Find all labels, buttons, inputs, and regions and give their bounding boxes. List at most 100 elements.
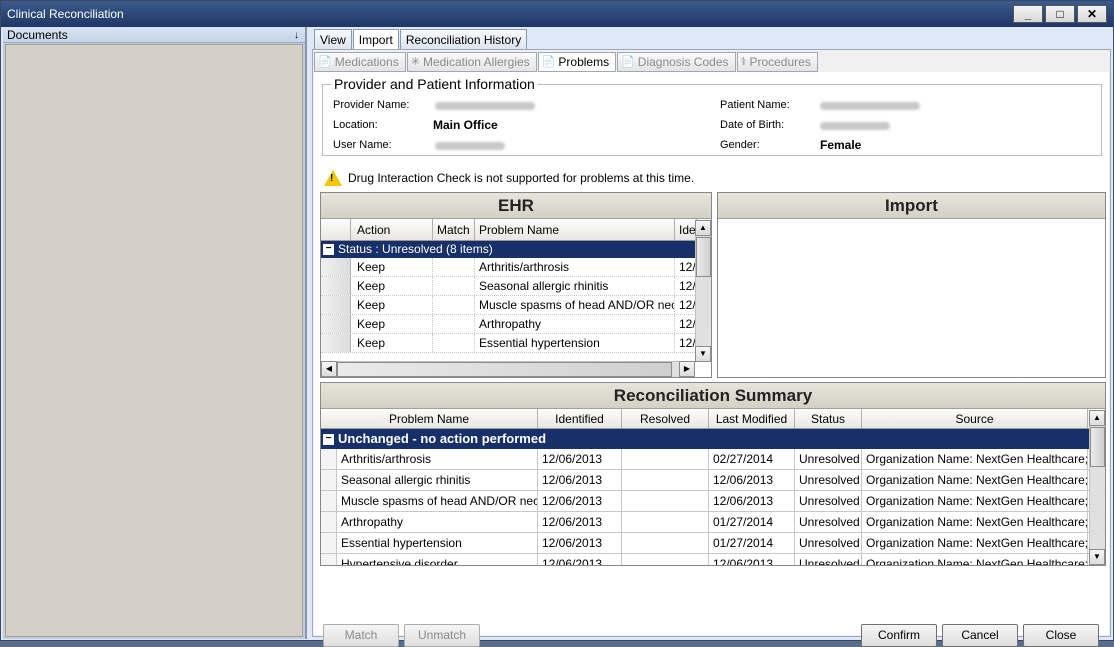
row-match[interactable] xyxy=(433,315,475,333)
scroll-left-icon[interactable]: ◀ xyxy=(321,361,337,377)
scroll-down-icon[interactable]: ▼ xyxy=(695,346,711,362)
scroll-right-icon[interactable]: ▶ xyxy=(679,361,695,377)
tab-diagnosis-codes[interactable]: 📄 Diagnosis Codes xyxy=(617,52,736,72)
close-window-button[interactable]: ✕ xyxy=(1077,5,1107,23)
row-identified: 12/0 xyxy=(675,334,697,352)
close-button[interactable]: Close xyxy=(1023,624,1099,647)
row-match[interactable] xyxy=(433,277,475,295)
row-source: Organization Name: NextGen Healthcare; xyxy=(862,470,1088,490)
row-resolved xyxy=(622,533,709,553)
row-source: Organization Name: NextGen Healthcare; xyxy=(862,512,1088,532)
col-last-modified[interactable]: Last Modified xyxy=(709,409,795,428)
col-action[interactable]: Action xyxy=(351,219,433,240)
row-problem: Arthropathy xyxy=(337,512,538,532)
tab-medication-allergies[interactable]: ✳ Medication Allergies xyxy=(406,52,537,72)
col-resolved[interactable]: Resolved xyxy=(622,409,709,428)
scroll-thumb[interactable] xyxy=(337,362,672,377)
minimize-button[interactable]: _ xyxy=(1013,5,1043,23)
pin-icon[interactable]: ↓ xyxy=(294,28,299,44)
col-status[interactable]: Status xyxy=(795,409,862,428)
location-value: Main Office xyxy=(433,118,498,132)
row-match[interactable] xyxy=(433,334,475,352)
scroll-thumb[interactable] xyxy=(696,237,711,277)
warning-text: Drug Interaction Check is not supported … xyxy=(348,171,695,185)
table-row[interactable]: Hypertensive disorder 12/06/2013 12/06/2… xyxy=(321,554,1105,565)
import-panel: Import xyxy=(717,192,1106,378)
row-action[interactable]: Keep xyxy=(351,258,433,276)
row-identified: 12/0 xyxy=(675,258,697,276)
row-selector[interactable] xyxy=(321,554,337,565)
row-selector[interactable] xyxy=(321,315,351,333)
title-bar: Clinical Reconciliation _ □ ✕ xyxy=(1,1,1113,27)
collapse-icon[interactable]: − xyxy=(323,244,334,255)
row-selector[interactable] xyxy=(321,491,337,511)
table-row[interactable]: Muscle spasms of head AND/OR neck 12/06/… xyxy=(321,491,1105,512)
unmatch-button[interactable]: Unmatch xyxy=(404,624,480,647)
gender-label: Gender: xyxy=(720,139,760,151)
window-controls: _ □ ✕ xyxy=(1013,5,1107,23)
row-identified: 12/06/2013 xyxy=(538,491,622,511)
scroll-thumb[interactable] xyxy=(1090,427,1105,467)
summary-group-label: Unchanged - no action performed xyxy=(338,431,547,446)
row-selector[interactable] xyxy=(321,533,337,553)
row-selector[interactable] xyxy=(321,277,351,295)
col-identified[interactable]: Identified xyxy=(538,409,622,428)
table-row[interactable]: Keep Arthritis/arthrosis 12/0 xyxy=(321,258,711,277)
row-selector[interactable] xyxy=(321,258,351,276)
tab-medications[interactable]: 📄 Medications xyxy=(314,52,406,72)
row-selector[interactable] xyxy=(321,470,337,490)
table-row[interactable]: Keep Essential hypertension 12/0 xyxy=(321,334,711,353)
ehr-horizontal-scrollbar[interactable]: ◀ ▶ xyxy=(321,361,695,377)
row-selector[interactable] xyxy=(321,512,337,532)
row-action[interactable]: Keep xyxy=(351,334,433,352)
table-row[interactable]: Keep Muscle spasms of head AND/OR neck 1… xyxy=(321,296,711,315)
match-button[interactable]: Match xyxy=(323,624,399,647)
maximize-button[interactable]: □ xyxy=(1045,5,1075,23)
user-name-value xyxy=(435,141,505,153)
tab-view[interactable]: View xyxy=(314,29,352,49)
table-row[interactable]: Seasonal allergic rhinitis 12/06/2013 12… xyxy=(321,470,1105,491)
tab-import[interactable]: Import xyxy=(352,29,399,50)
drug-interaction-warning: ! Drug Interaction Check is not supporte… xyxy=(324,170,694,186)
tab-problems[interactable]: 📄 Problems xyxy=(537,52,617,72)
table-row[interactable]: Arthritis/arthrosis 12/06/2013 02/27/201… xyxy=(321,449,1105,470)
row-match[interactable] xyxy=(433,258,475,276)
row-selector[interactable] xyxy=(321,296,351,314)
table-row[interactable]: Arthropathy 12/06/2013 01/27/2014 Unreso… xyxy=(321,512,1105,533)
row-selector[interactable] xyxy=(321,449,337,469)
row-modified: 12/06/2013 xyxy=(709,491,795,511)
row-action[interactable]: Keep xyxy=(351,296,433,314)
row-selector[interactable] xyxy=(321,334,351,352)
ehr-group-row[interactable]: − Status : Unresolved (8 items) xyxy=(321,241,697,258)
summary-vertical-scrollbar[interactable]: ▲ ▼ xyxy=(1089,410,1105,565)
row-match[interactable] xyxy=(433,296,475,314)
documents-list[interactable] xyxy=(5,44,303,637)
row-action[interactable]: Keep xyxy=(351,277,433,295)
allergy-icon: ✳ xyxy=(410,56,420,68)
scroll-down-icon[interactable]: ▼ xyxy=(1089,549,1105,565)
scroll-up-icon[interactable]: ▲ xyxy=(695,220,711,236)
col-problem-name[interactable]: Problem Name xyxy=(321,409,538,428)
col-problem-name[interactable]: Problem Name xyxy=(475,219,675,240)
tab-diagnosis-codes-label: Diagnosis Codes xyxy=(637,55,729,69)
col-match[interactable]: Match xyxy=(433,219,475,240)
row-status: Unresolved xyxy=(795,491,862,511)
col-source[interactable]: Source xyxy=(862,409,1088,428)
row-problem: Essential hypertension xyxy=(475,334,675,352)
row-modified: 12/06/2013 xyxy=(709,470,795,490)
confirm-button[interactable]: Confirm xyxy=(861,624,937,647)
table-row[interactable]: Keep Arthropathy 12/0 xyxy=(321,315,711,334)
tab-reconciliation-history[interactable]: Reconciliation History xyxy=(399,29,528,49)
table-row[interactable]: Essential hypertension 12/06/2013 01/27/… xyxy=(321,533,1105,554)
cancel-button[interactable]: Cancel xyxy=(942,624,1018,647)
scroll-up-icon[interactable]: ▲ xyxy=(1089,410,1105,426)
row-identified: 12/0 xyxy=(675,315,697,333)
collapse-icon[interactable]: − xyxy=(323,433,334,445)
ehr-vertical-scrollbar[interactable]: ▲ ▼ xyxy=(695,220,711,362)
tab-procedures[interactable]: ⚕ Procedures xyxy=(736,52,818,72)
row-action[interactable]: Keep xyxy=(351,315,433,333)
col-identified[interactable]: Ide xyxy=(675,219,697,240)
table-row[interactable]: Keep Seasonal allergic rhinitis 12/0 xyxy=(321,277,711,296)
summary-group-row[interactable]: − Unchanged - no action performed xyxy=(321,429,1089,449)
tab-procedures-label: Procedures xyxy=(749,55,811,69)
